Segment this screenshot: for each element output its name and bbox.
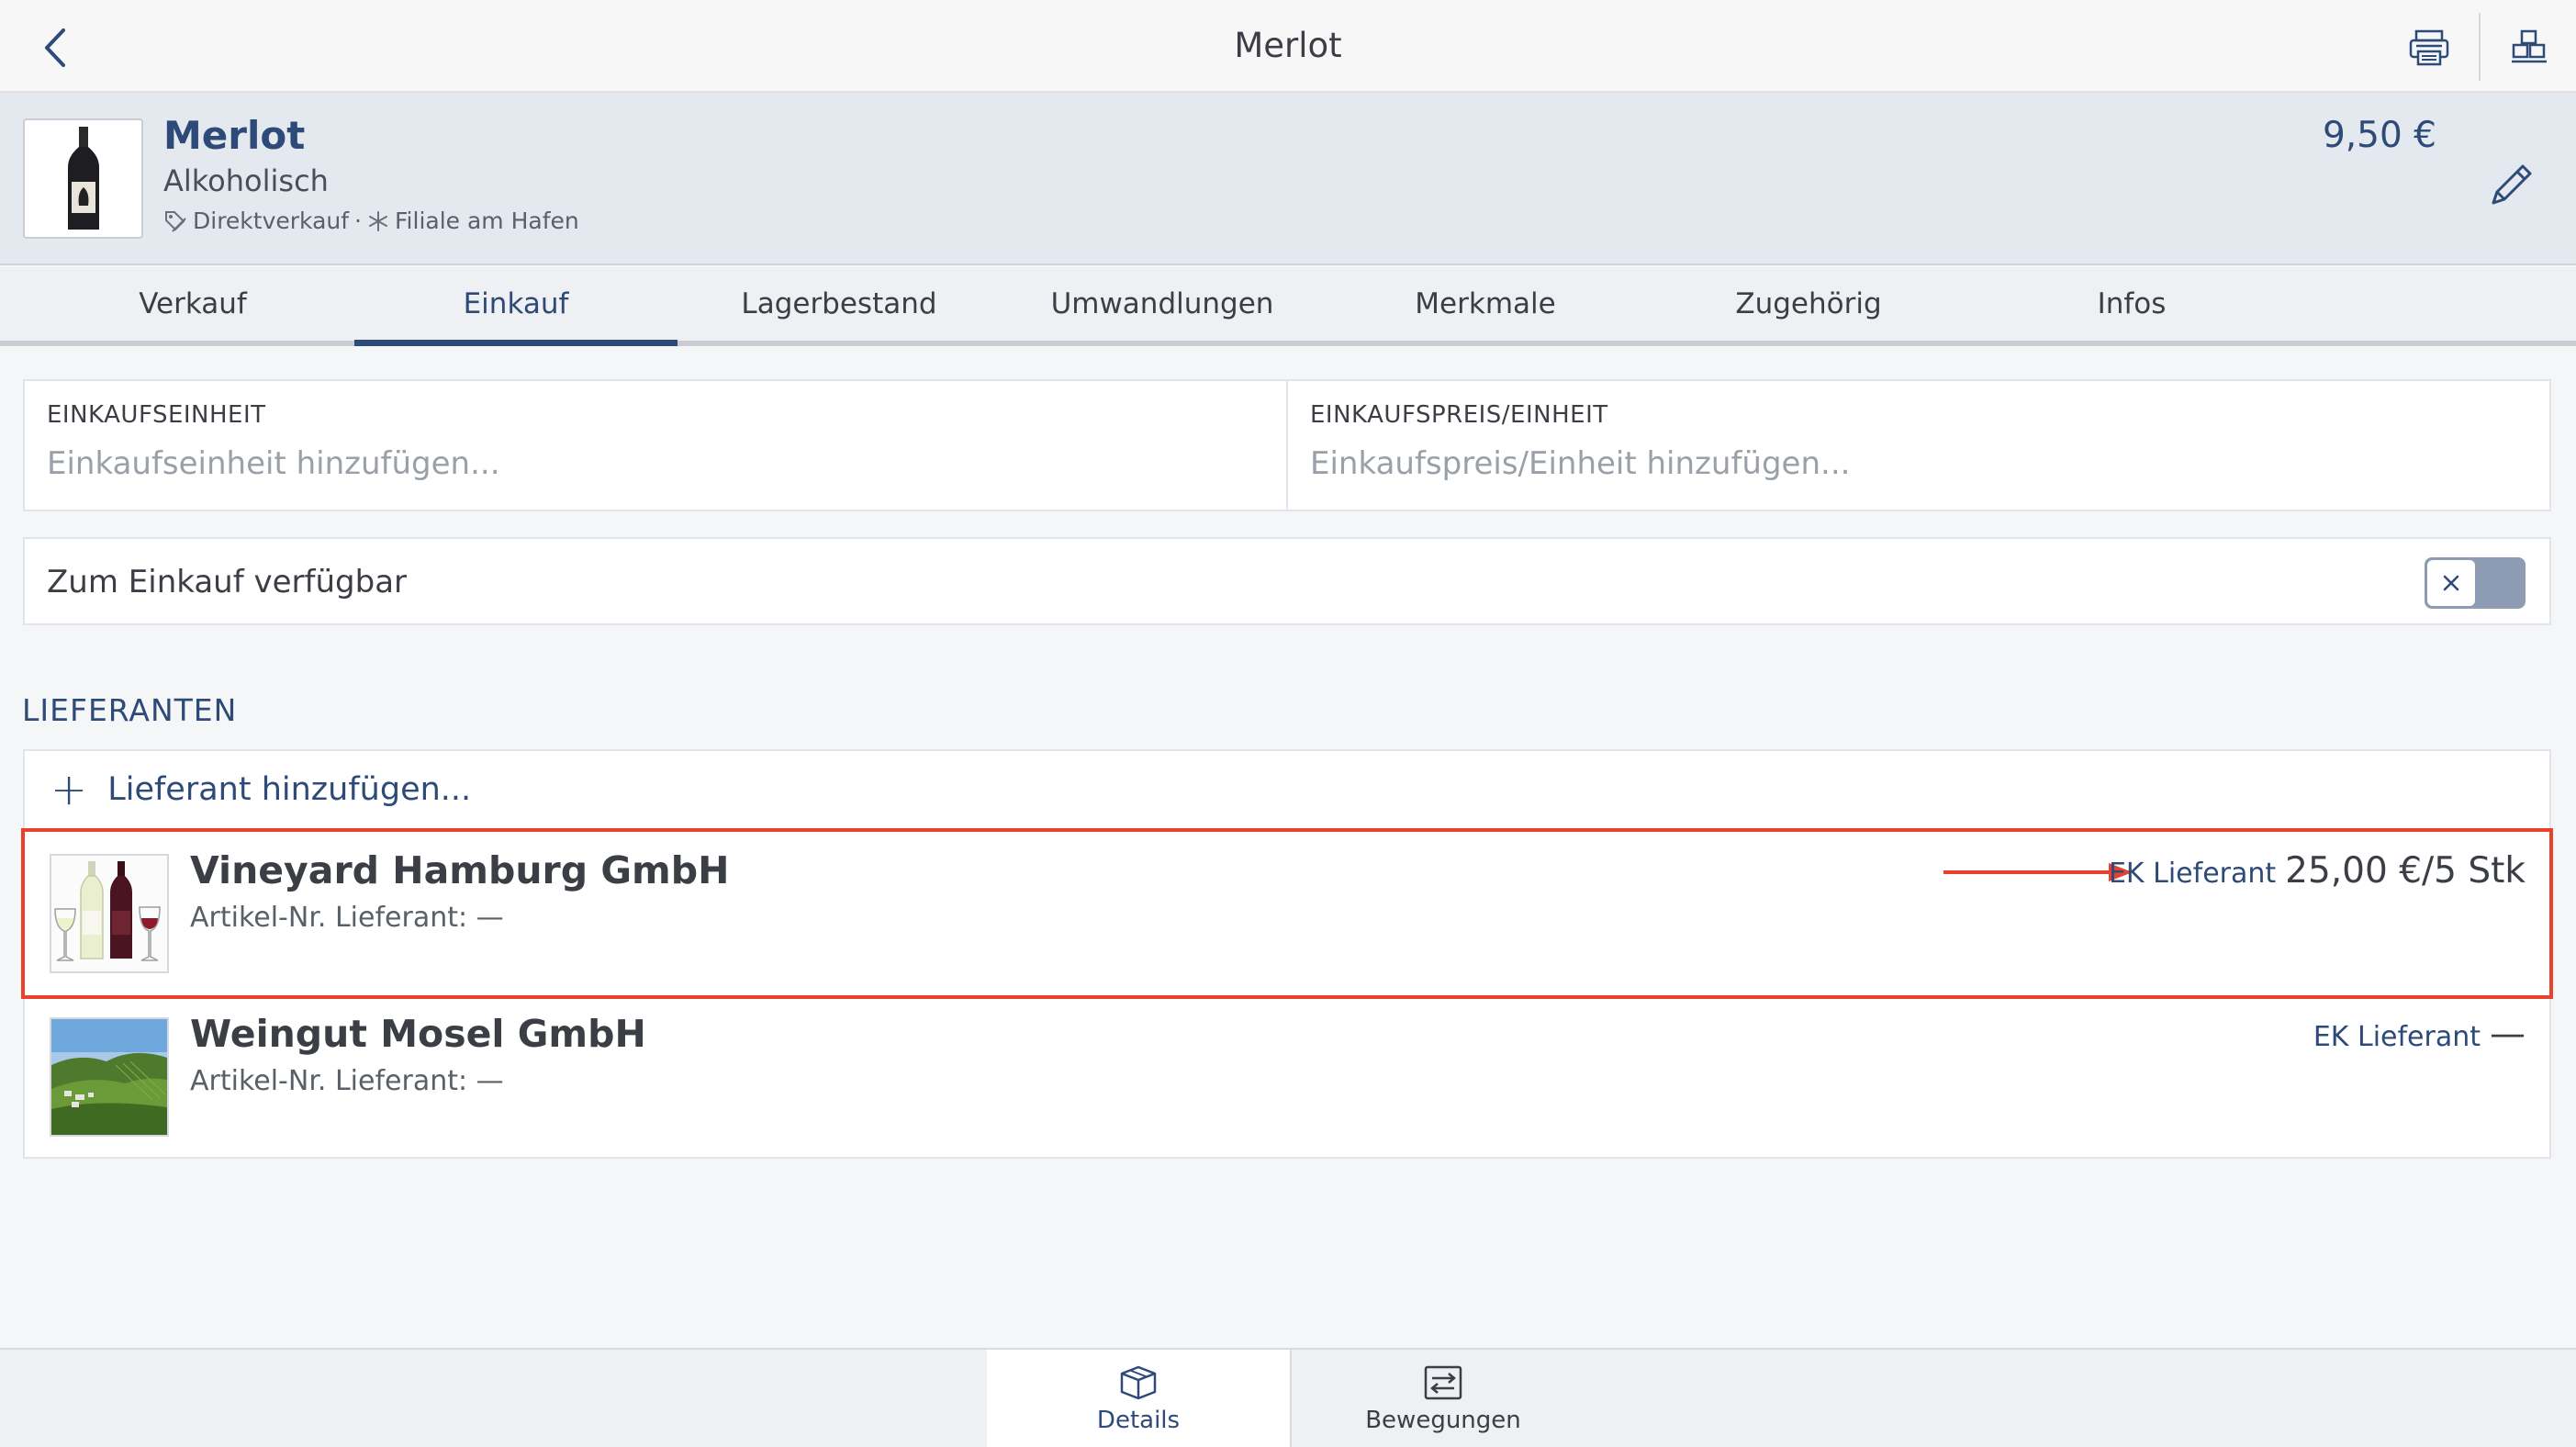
add-supplier-label: Lieferant hinzufügen... <box>107 771 472 808</box>
close-icon <box>2443 575 2459 591</box>
supplier-price: EK Lieferant — <box>2313 1014 2526 1055</box>
supplier-name: Weingut Mosel GmbH <box>190 1012 646 1056</box>
product-header: Merlot Alkoholisch Direktverkauf · Filia… <box>0 93 2576 265</box>
bottom-tab-details-label: Details <box>1096 1407 1181 1434</box>
purchase-available-toggle[interactable] <box>2425 557 2526 609</box>
pencil-icon <box>2492 164 2532 205</box>
purchase-fields: EINKAUFSEINHEIT EINKAUFSPREIS/EINHEIT <box>23 379 2551 511</box>
toggle-knob <box>2427 560 2475 606</box>
boxes-icon <box>2512 29 2547 63</box>
purchase-unit-label: EINKAUFSEINHEIT <box>47 401 266 429</box>
supplier-price-label: EK Lieferant <box>2108 858 2277 890</box>
supplier-article-no: Artikel-Nr. Lieferant: — <box>190 1065 504 1097</box>
location-label: Filiale am Hafen <box>395 208 579 234</box>
top-nav-bar: Merlot <box>0 0 2576 93</box>
tags-icon <box>165 210 186 232</box>
sale-type-label: Direktverkauf <box>193 208 350 234</box>
printer-icon <box>2409 29 2449 66</box>
supplier-image <box>50 1017 169 1137</box>
supplier-price-label: EK Lieferant <box>2313 1021 2481 1053</box>
supplier-row[interactable]: Vineyard Hamburg GmbH Artikel-Nr. Liefer… <box>21 828 2553 999</box>
purchase-unit-field: EINKAUFSEINHEIT <box>25 381 1286 510</box>
arrow-right-icon <box>1943 863 2133 881</box>
product-image <box>23 118 143 239</box>
page-title: Merlot <box>1234 26 1342 65</box>
meta-separator: · <box>354 208 362 234</box>
purchase-price-input[interactable] <box>1310 445 2527 482</box>
supplier-price-value: — <box>2490 1014 2526 1055</box>
wine-bottle-icon <box>67 126 99 230</box>
supplier-image <box>50 854 169 973</box>
product-name: Merlot <box>163 113 306 158</box>
suppliers-section-title: LIEFERANTEN <box>22 692 238 728</box>
wine-glasses-bottles-image <box>51 856 167 971</box>
tab-verkauf[interactable]: Verkauf <box>31 267 354 341</box>
purchase-unit-input[interactable] <box>47 445 1264 482</box>
supplier-price: EK Lieferant 25,00 €/5 Stk <box>2109 850 2526 892</box>
suppliers-list: + Lieferant hinzufügen... Vineyard Hambu… <box>21 749 2553 1159</box>
section-tabs: Verkauf Einkauf Lagerbestand Umwandlunge… <box>0 267 2576 346</box>
supplier-row[interactable]: Weingut Mosel GmbH Artikel-Nr. Lieferant… <box>25 995 2549 1159</box>
bottom-tab-movements[interactable]: Bewegungen <box>1292 1350 1595 1447</box>
product-price: 9,50 € <box>2322 115 2436 156</box>
product-meta: Direktverkauf · Filiale am Hafen <box>163 208 579 234</box>
tab-merkmale[interactable]: Merkmale <box>1324 267 1647 341</box>
tab-einkauf[interactable]: Einkauf <box>354 267 678 346</box>
add-supplier-button[interactable]: + Lieferant hinzufügen... <box>25 751 2549 830</box>
vineyard-landscape-image <box>51 1019 167 1135</box>
edit-product-button[interactable] <box>2479 151 2545 218</box>
stock-button[interactable] <box>2500 18 2559 77</box>
print-button[interactable] <box>2400 18 2458 77</box>
supplier-article-no: Artikel-Nr. Lieferant: — <box>190 902 504 934</box>
tab-umwandlungen[interactable]: Umwandlungen <box>1001 267 1324 341</box>
box-icon <box>1120 1365 1157 1400</box>
bottom-tab-bar: Details Bewegungen <box>0 1348 2576 1447</box>
transfer-icon <box>1424 1365 1462 1400</box>
bottom-tab-movements-label: Bewegungen <box>1365 1407 1521 1434</box>
tab-zugehoerig[interactable]: Zugehörig <box>1647 267 1970 341</box>
purchase-price-label: EINKAUFSPREIS/EINHEIT <box>1310 401 1608 429</box>
purchase-price-field: EINKAUFSPREIS/EINHEIT <box>1286 381 2549 510</box>
tab-lagerbestand[interactable]: Lagerbestand <box>678 267 1001 341</box>
purchase-available-label: Zum Einkauf verfügbar <box>47 564 408 600</box>
product-category: Alkoholisch <box>163 163 329 198</box>
purchase-available-row: Zum Einkauf verfügbar <box>23 537 2551 625</box>
tab-infos[interactable]: Infos <box>1970 267 2293 341</box>
supplier-name: Vineyard Hamburg GmbH <box>190 848 730 892</box>
nav-divider <box>2479 13 2481 81</box>
snowflake-icon <box>369 210 387 231</box>
supplier-price-value: 25,00 €/5 Stk <box>2285 850 2526 892</box>
bottom-tab-details[interactable]: Details <box>987 1350 1290 1447</box>
plus-icon: + <box>50 764 88 815</box>
